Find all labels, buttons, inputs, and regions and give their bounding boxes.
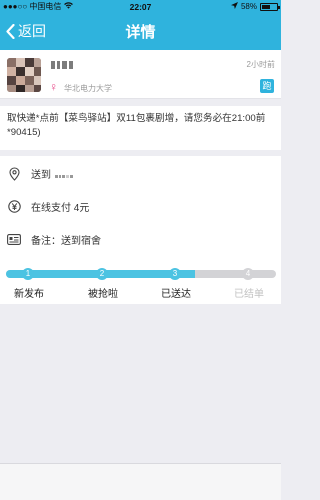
step-dot-1: 1 <box>22 268 34 280</box>
step-label-2: 被抢啦 <box>88 289 118 300</box>
nav-bar: 返回 详情 <box>0 13 281 50</box>
status-bar: ●●●○○ 中国电信 22:07 58% <box>0 0 281 13</box>
bottom-action-bar <box>0 463 281 500</box>
school-name: 华北电力大学 <box>64 84 112 93</box>
step-dot-3: 3 <box>169 268 181 280</box>
carrier-label: ●●●○○ 中国电信 <box>3 2 62 11</box>
location-arrow-icon <box>230 2 238 11</box>
yen-circle-icon <box>7 200 21 214</box>
battery-icon <box>260 2 280 11</box>
note-text: 备注：送到宿舍 <box>31 236 101 247</box>
status-time: 22:07 <box>129 1 152 12</box>
battery-percent: 58% <box>240 2 257 11</box>
username-obscured <box>51 60 75 71</box>
step-dot-4: 4 <box>242 268 254 280</box>
status-left: ●●●○○ 中国电信 <box>3 1 113 12</box>
step-label-4: 已结单 <box>234 289 264 300</box>
wifi-icon <box>64 2 74 11</box>
avatar[interactable] <box>7 58 41 92</box>
post-time: 2小时前 <box>246 60 275 69</box>
progress-track <box>6 270 276 278</box>
step-dot-2: 2 <box>96 268 108 280</box>
note-row: 备注：送到宿舍 <box>0 223 281 256</box>
map-pin-icon <box>7 166 21 181</box>
female-icon: ♀ <box>49 80 58 94</box>
payment-text: 在线支付 4元 <box>31 203 90 214</box>
step-label-3: 已送达 <box>161 289 191 300</box>
step-label-1: 新发布 <box>14 289 44 300</box>
order-details: 送到 在线支付 4元 备注：送到宿舍 1 2 3 4 新发布 被抢啦 已送达 已… <box>0 156 281 304</box>
order-progress: 1 2 3 4 新发布 被抢啦 已送达 已结单 <box>0 260 281 304</box>
status-right: 58% <box>168 2 280 11</box>
delivery-label: 送到 <box>31 170 51 181</box>
publisher-card[interactable]: ♀ 华北电力大学 2小时前 跑 <box>0 50 281 99</box>
task-description: 取快递*点前【菜鸟驿站】双11包裹剧增，请您务必在21:00前*90415) <box>0 106 281 150</box>
delivery-row: 送到 <box>0 157 281 190</box>
note-card-icon <box>7 233 21 247</box>
delivery-address-obscured <box>55 165 74 183</box>
payment-row: 在线支付 4元 <box>0 190 281 223</box>
runner-badge: 跑 <box>260 79 274 93</box>
page-title: 详情 <box>125 24 156 41</box>
